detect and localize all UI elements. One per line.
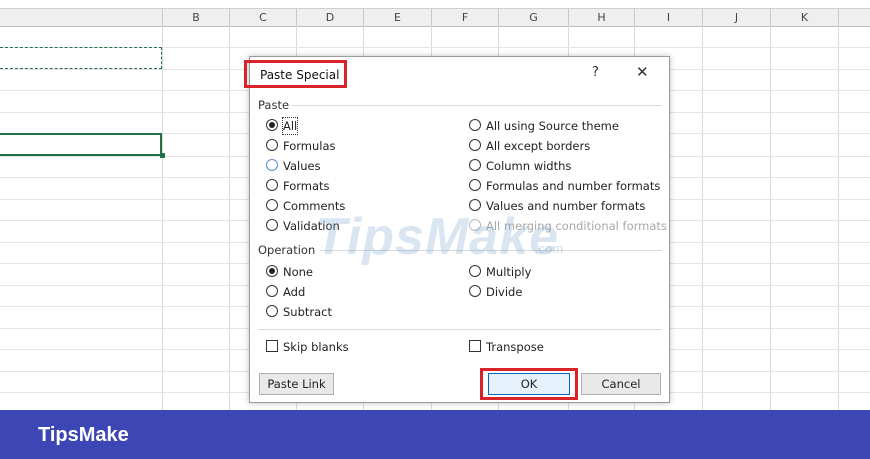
option-label: Subtract: [283, 305, 333, 319]
column-header-k[interactable]: K: [771, 9, 839, 26]
column-header-bar: B C D E F G H I J K: [0, 8, 870, 27]
paste-special-dialog: Paste Special ? ✕ Paste All Formulas Val…: [244, 56, 670, 403]
radio-icon: [266, 285, 278, 297]
checkbox-icon: [266, 340, 278, 352]
option-label: Column widths: [486, 159, 572, 173]
radio-icon: [469, 139, 481, 151]
option-label: Formulas: [283, 139, 336, 153]
column-header-i[interactable]: I: [635, 9, 703, 26]
option-label: Add: [283, 285, 306, 299]
operation-group-label: Operation: [258, 243, 316, 257]
option-label: None: [283, 265, 314, 279]
column-header-d[interactable]: D: [297, 9, 364, 26]
column-header-c[interactable]: C: [230, 9, 297, 26]
banner-brand-text: TipsMake: [38, 424, 129, 446]
ok-button[interactable]: OK: [488, 373, 570, 395]
watermark: TipsMake: [315, 208, 560, 266]
option-label: Formulas and number formats: [486, 179, 661, 193]
column-header-e[interactable]: E: [364, 9, 432, 26]
option-label: Values: [283, 159, 321, 173]
column-header-f[interactable]: F: [432, 9, 499, 26]
column-header-b[interactable]: B: [163, 9, 230, 26]
radio-icon: [266, 119, 278, 131]
radio-icon: [469, 285, 481, 297]
copy-marquee: [0, 47, 162, 69]
gridline: [702, 26, 703, 410]
radio-icon: [469, 265, 481, 277]
paste-link-button[interactable]: Paste Link: [259, 373, 334, 395]
option-label: All: [281, 117, 299, 135]
footer-banner: TipsMake: [0, 410, 870, 459]
close-button[interactable]: ✕: [636, 63, 649, 81]
option-label: Multiply: [486, 265, 532, 279]
gridline: [229, 26, 230, 410]
option-label: Validation: [283, 219, 340, 233]
option-label: All using Source theme: [486, 119, 619, 133]
option-label: Formats: [283, 179, 330, 193]
radio-icon: [266, 179, 278, 191]
paste-group-label: Paste: [258, 98, 290, 112]
radio-icon: [469, 199, 481, 211]
column-header-g[interactable]: G: [499, 9, 569, 26]
radio-icon: [266, 305, 278, 317]
option-label: Values and number formats: [486, 199, 646, 213]
column-header-h[interactable]: H: [569, 9, 635, 26]
selected-cell[interactable]: [0, 133, 162, 156]
dialog-title: Paste Special: [260, 68, 340, 82]
help-button[interactable]: ?: [592, 65, 599, 80]
radio-icon: [469, 219, 481, 231]
radio-icon: [469, 119, 481, 131]
column-header-a[interactable]: [0, 9, 163, 26]
gridline: [838, 26, 839, 410]
gridline: [162, 26, 163, 410]
radio-icon: [266, 159, 278, 171]
watermark-sub: .com: [535, 241, 564, 256]
option-label: All except borders: [486, 139, 591, 153]
column-header-j[interactable]: J: [703, 9, 771, 26]
radio-icon: [266, 199, 278, 211]
radio-icon: [469, 179, 481, 191]
option-label: Transpose: [486, 340, 544, 354]
radio-icon: [266, 265, 278, 277]
option-label: Comments: [283, 199, 346, 213]
group-divider: [292, 105, 662, 106]
group-divider: [320, 250, 662, 251]
option-label: Skip blanks: [283, 340, 349, 354]
checkbox-icon: [469, 340, 481, 352]
group-divider: [258, 329, 662, 330]
radio-icon: [266, 219, 278, 231]
option-label: All merging conditional formats: [486, 219, 667, 233]
radio-icon: [469, 159, 481, 171]
option-label: Divide: [486, 285, 523, 299]
fill-handle[interactable]: [160, 153, 165, 158]
cancel-button[interactable]: Cancel: [581, 373, 661, 395]
radio-icon: [266, 139, 278, 151]
gridline: [770, 26, 771, 410]
